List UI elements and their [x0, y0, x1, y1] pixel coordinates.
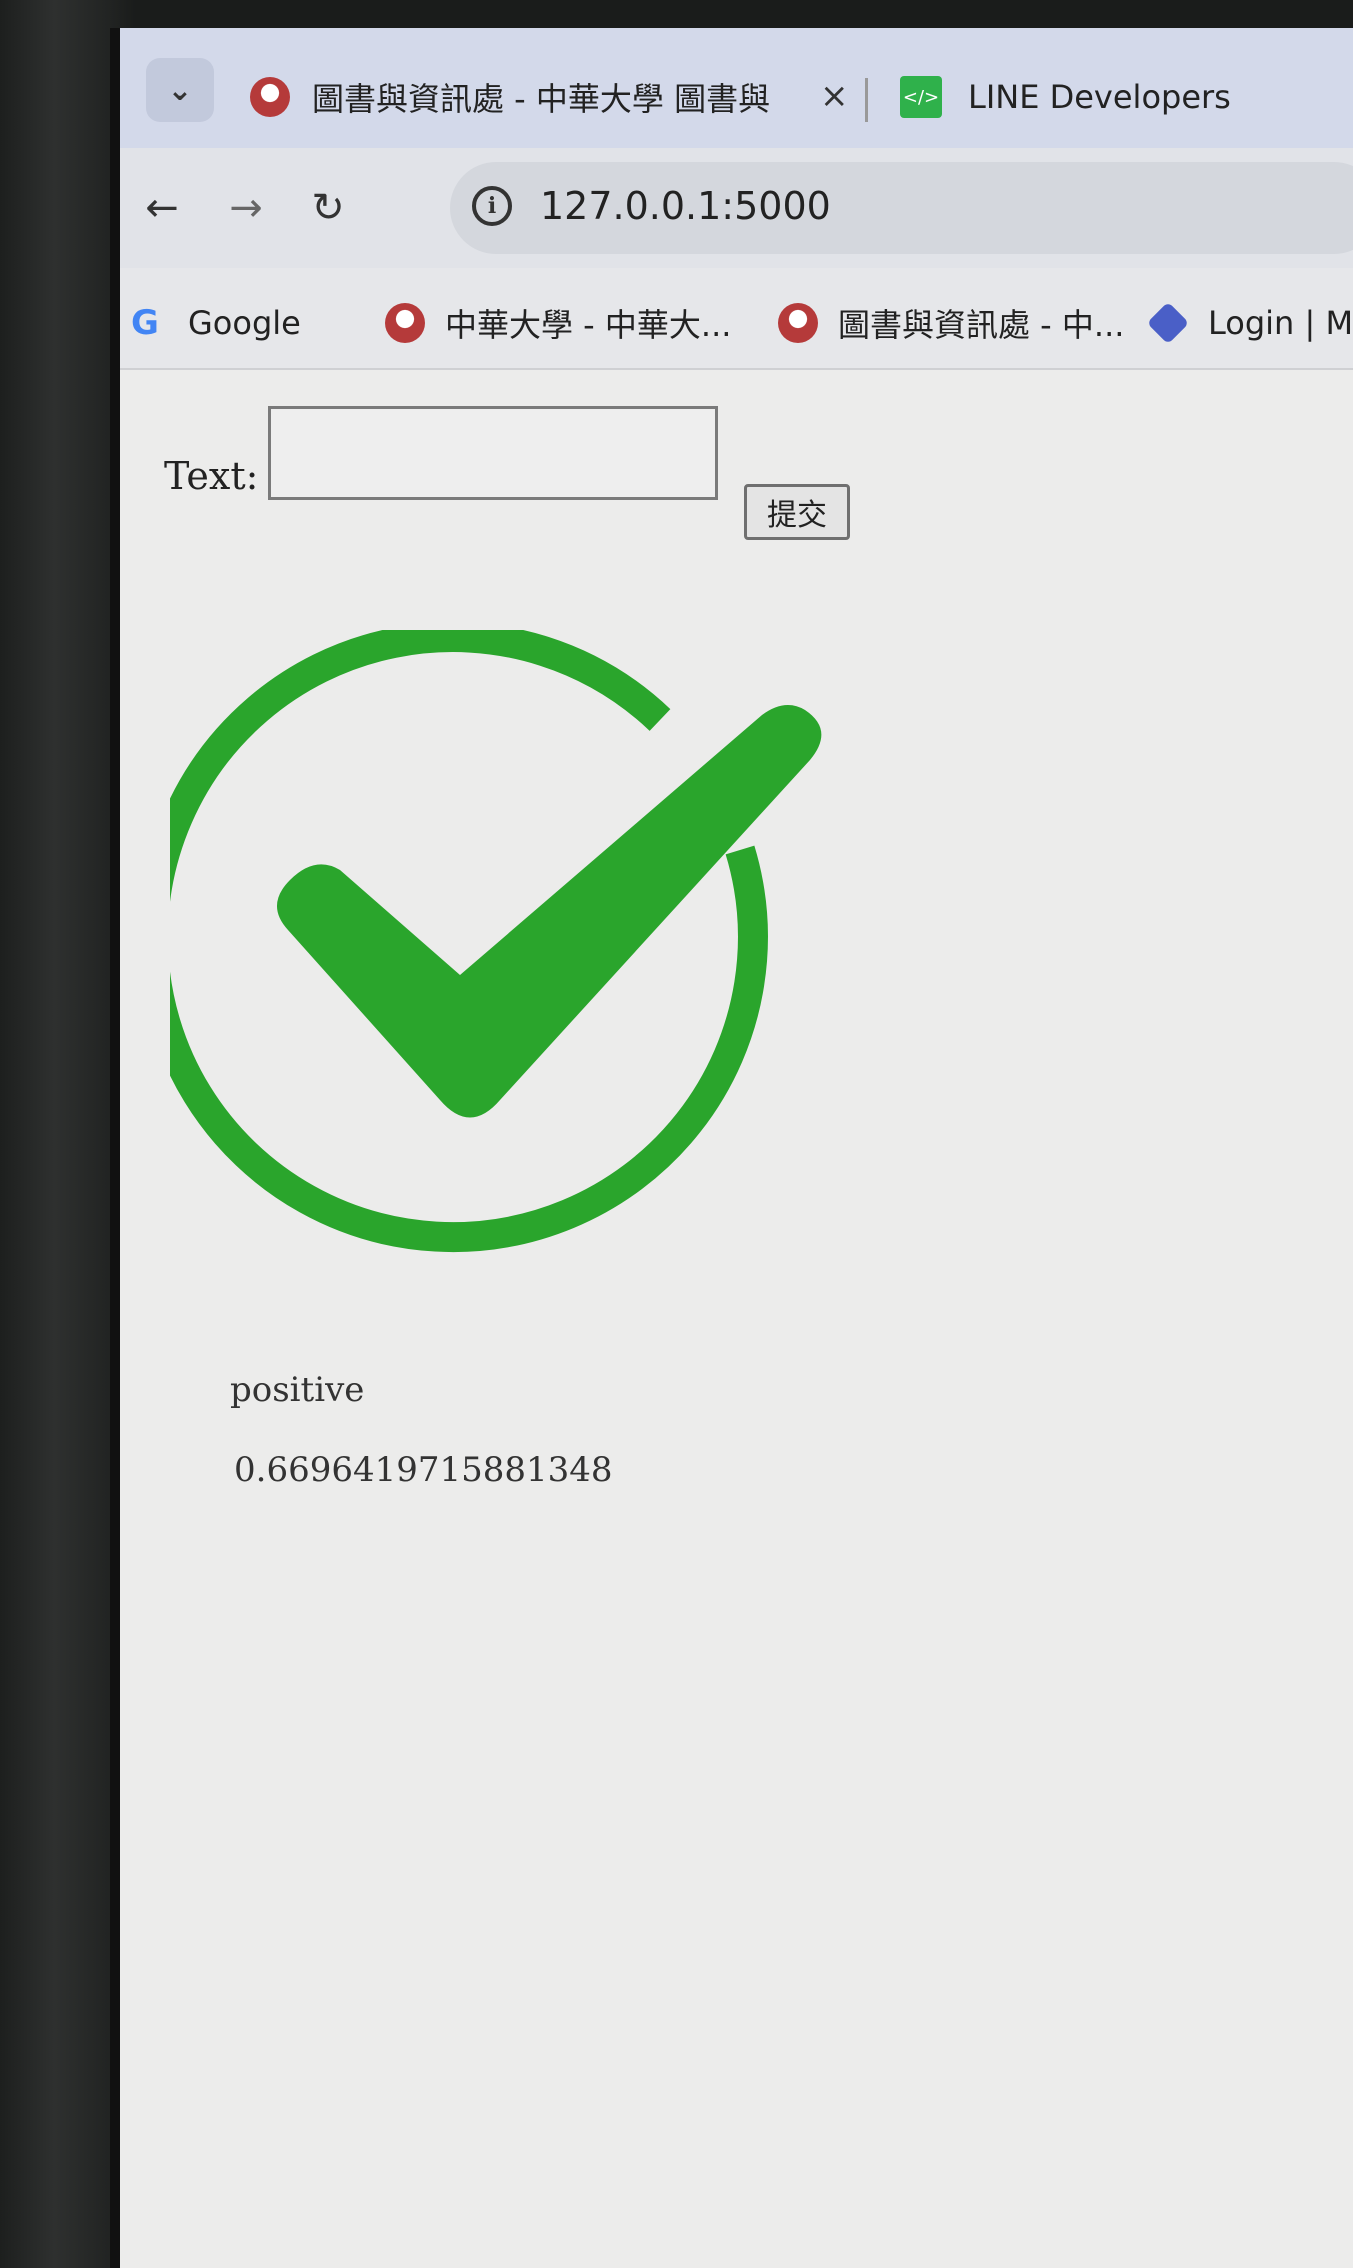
tab-title: 圖書與資訊處 - 中華大學 圖書與: [312, 80, 771, 118]
prediction-label: positive: [230, 1370, 365, 1410]
tab-search-button[interactable]: ⌄: [146, 58, 214, 122]
tab-line-developers[interactable]: </> LINE Developers: [900, 64, 1231, 130]
text-label: Text:: [164, 454, 259, 498]
reload-icon: ↻: [311, 185, 345, 231]
bookmark-library[interactable]: 圖書與資訊處 - 中...: [778, 298, 1124, 348]
page-content: Text: 提交 positive 0.6696419715881348: [120, 370, 1353, 2268]
chu-favicon-icon: [250, 77, 290, 117]
bookmark-label: 中華大學 - 中華大...: [445, 306, 732, 344]
address-bar[interactable]: i 127.0.0.1:5000: [450, 162, 1353, 254]
bookmarks-bar: G Google 中華大學 - 中華大... 圖書與資訊處 - 中... Log…: [120, 268, 1353, 370]
bookmark-google[interactable]: G Google: [126, 298, 301, 348]
close-icon[interactable]: ×: [820, 76, 849, 116]
chu-favicon-icon: [385, 303, 425, 343]
tab-divider: [865, 78, 868, 122]
line-developers-icon: </>: [900, 76, 942, 118]
arrow-left-icon: ←: [145, 185, 179, 231]
chevron-down-icon: ⌄: [167, 72, 193, 108]
green-checkmark-icon: [137, 622, 870, 1290]
text-input[interactable]: [268, 406, 718, 500]
browser-window: ⌄ 圖書與資訊處 - 中華大學 圖書與 × </> LINE Developer…: [110, 28, 1353, 2268]
forward-button[interactable]: →: [216, 178, 276, 238]
bookmark-login[interactable]: Login | M: [1146, 298, 1353, 348]
reload-button[interactable]: ↻: [298, 178, 358, 238]
arrow-right-icon: →: [229, 185, 263, 231]
bookmark-label: 圖書與資訊處 - 中...: [838, 306, 1125, 344]
url-text: 127.0.0.1:5000: [540, 184, 831, 228]
checkmark-svg: [137, 622, 822, 1253]
google-icon: G: [131, 303, 159, 343]
prediction-score: 0.6696419715881348: [234, 1450, 613, 1490]
tab-title: LINE Developers: [968, 78, 1231, 116]
chu-favicon-icon: [778, 303, 818, 343]
bookmark-label: Google: [188, 304, 301, 342]
back-button[interactable]: ←: [132, 178, 192, 238]
bookmark-chu[interactable]: 中華大學 - 中華大...: [385, 298, 731, 348]
info-icon[interactable]: i: [472, 186, 512, 226]
submit-button[interactable]: 提交: [744, 484, 850, 540]
blue-diamond-icon: [1146, 301, 1190, 345]
browser-toolbar: ← → ↻ i 127.0.0.1:5000: [120, 148, 1353, 268]
check-ring: [137, 622, 768, 1253]
tab-strip: ⌄ 圖書與資訊處 - 中華大學 圖書與 × </> LINE Developer…: [120, 28, 1353, 148]
bookmark-label: Login | M: [1208, 304, 1353, 342]
